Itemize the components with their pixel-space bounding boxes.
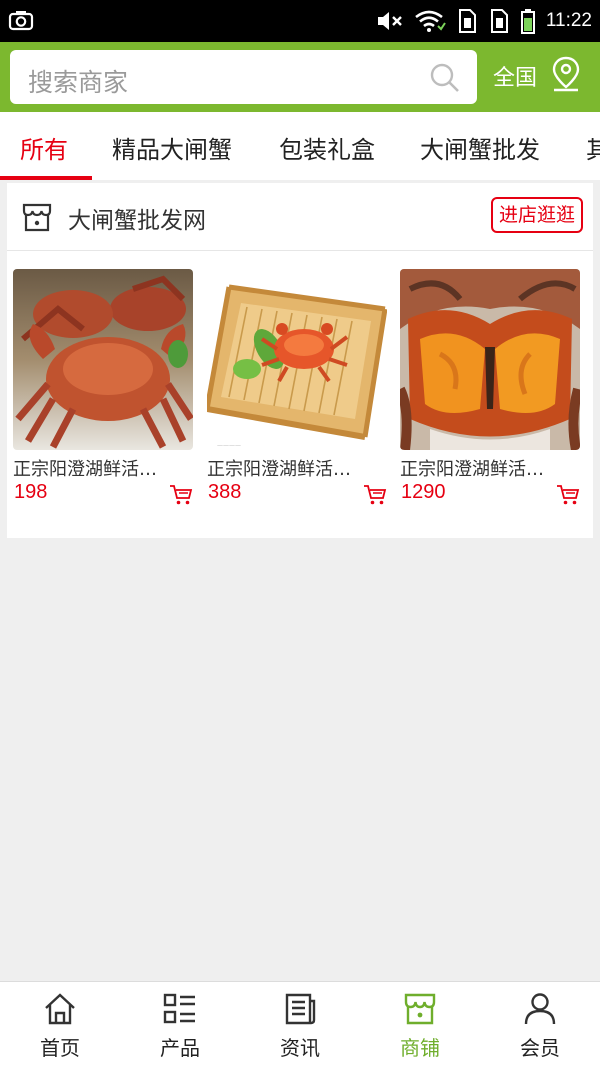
product-name[interactable]: 正宗阳澄湖鲜活…: [13, 455, 193, 481]
product-image[interactable]: ————: [207, 269, 387, 450]
bottom-navigation: 首页 产品 资讯 商铺 会员: [0, 981, 600, 1067]
product-price: 1290: [401, 481, 446, 503]
product-card[interactable]: ———— 正宗阳澄湖鲜活… 388: [207, 269, 387, 505]
divider: [7, 250, 593, 251]
tab-crab-wholesale[interactable]: 大闸蟹批发: [420, 130, 540, 165]
mute-icon: [377, 12, 402, 30]
nav-shops-label: 商铺: [400, 1036, 440, 1060]
shop-name: 大闸蟹批发网: [68, 208, 206, 234]
status-bar: 11:22: [0, 0, 600, 42]
nav-news-label: 资讯: [280, 1036, 320, 1060]
search-placeholder: 搜索商家: [28, 68, 129, 97]
tab-all[interactable]: 所有: [20, 130, 68, 165]
category-tabs: 所有 精品大闸蟹 包装礼盒 大闸蟹批发 其: [0, 112, 600, 180]
user-icon: [524, 993, 556, 1025]
tab-other[interactable]: 其: [586, 130, 600, 165]
product-name[interactable]: 正宗阳澄湖鲜活…: [207, 455, 387, 481]
search-input[interactable]: 搜索商家: [10, 50, 477, 104]
search-icon[interactable]: [429, 62, 461, 94]
home-icon: [45, 993, 75, 1025]
header-bar: 搜索商家 全国: [0, 42, 600, 112]
nav-home-label: 首页: [40, 1036, 80, 1060]
nav-products[interactable]: 产品: [120, 982, 240, 1067]
store-icon: [22, 203, 52, 232]
product-price: 198: [14, 481, 48, 503]
news-icon: [285, 993, 316, 1025]
clock: 11:22: [545, 10, 592, 31]
product-price: 388: [208, 481, 242, 503]
tab-gift-box[interactable]: 包装礼盒: [279, 130, 375, 165]
location-icon[interactable]: [551, 56, 581, 92]
sim2-icon: [490, 9, 508, 33]
screenshot-icon: [8, 11, 34, 31]
add-to-cart-icon[interactable]: [363, 484, 387, 506]
product-image[interactable]: [400, 269, 580, 450]
enter-shop-button[interactable]: 进店逛逛: [490, 197, 583, 233]
shop-icon: [404, 993, 436, 1025]
tab-premium-crab[interactable]: 精品大闸蟹: [112, 130, 232, 165]
add-to-cart-icon[interactable]: [556, 484, 580, 506]
nav-products-label: 产品: [160, 1036, 200, 1060]
product-name[interactable]: 正宗阳澄湖鲜活…: [400, 455, 580, 481]
product-image[interactable]: [13, 269, 193, 450]
wifi-icon: [415, 10, 446, 32]
svg-text:————: ————: [217, 442, 241, 449]
nav-member-label: 会员: [520, 1036, 560, 1060]
region-selector[interactable]: 全国: [493, 60, 537, 92]
nav-home[interactable]: 首页: [0, 982, 120, 1067]
list-icon: [163, 993, 195, 1024]
product-card[interactable]: 正宗阳澄湖鲜活… 198: [13, 269, 193, 505]
add-to-cart-icon[interactable]: [169, 484, 193, 506]
nav-news[interactable]: 资讯: [240, 982, 360, 1067]
battery-icon: [520, 9, 535, 34]
shop-card: 大闸蟹批发网 进店逛逛 正宗阳澄湖鲜活… 198 ———— 正宗阳澄湖鲜活… 3…: [7, 183, 593, 538]
sim1-icon: [458, 9, 476, 33]
nav-member[interactable]: 会员: [480, 982, 600, 1067]
product-card[interactable]: 正宗阳澄湖鲜活… 1290: [400, 269, 580, 505]
nav-shops[interactable]: 商铺: [360, 982, 480, 1067]
active-tab-indicator: [0, 176, 92, 180]
